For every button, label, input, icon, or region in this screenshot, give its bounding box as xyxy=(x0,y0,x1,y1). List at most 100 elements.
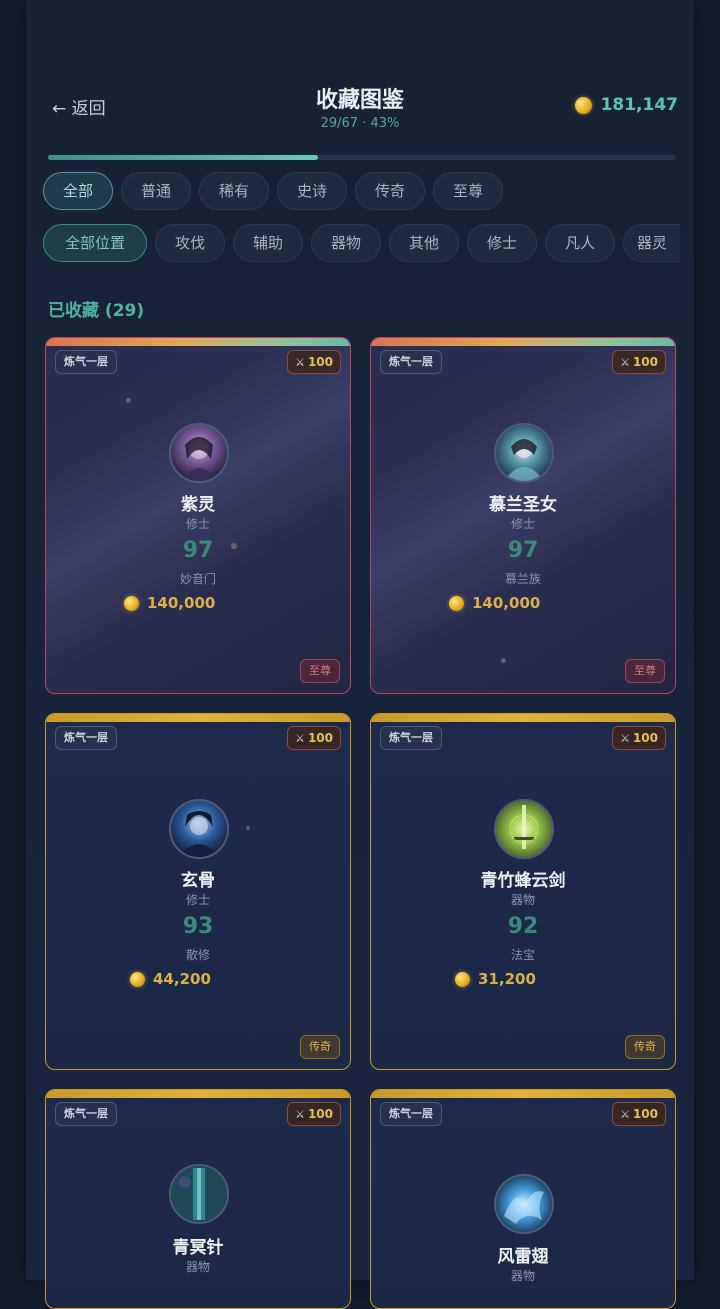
filter-position-all[interactable]: 全部位置 xyxy=(43,224,147,262)
collection-card[interactable]: 炼气一层 ⚔ 100 紫灵 修士 97 妙音门 140,000 至尊 xyxy=(45,337,351,694)
crossed-swords-icon: ⚔ xyxy=(620,1108,630,1121)
card-price-value: 44,200 xyxy=(153,970,211,988)
card-power-badge: ⚔ 100 xyxy=(612,350,666,374)
crossed-swords-icon: ⚔ xyxy=(620,356,630,369)
card-origin: 妙音门 xyxy=(179,572,216,586)
card-realm-badge: 炼气一层 xyxy=(55,726,117,750)
filter-position-other[interactable]: 其他 xyxy=(389,224,459,262)
card-avatar xyxy=(169,1164,229,1224)
card-realm-badge: 炼气一层 xyxy=(380,1102,442,1126)
card-power-badge: ⚔ 100 xyxy=(612,726,666,750)
card-price-value: 140,000 xyxy=(147,594,216,612)
card-power-badge: ⚔ 100 xyxy=(287,726,341,750)
card-role: 器物 xyxy=(185,1260,210,1274)
card-score: 97 xyxy=(182,538,214,563)
card-origin: 法宝 xyxy=(510,948,535,962)
filter-rarity-supreme[interactable]: 至尊 xyxy=(433,172,503,210)
sparkle-decoration xyxy=(501,658,506,663)
crossed-swords-icon: ⚔ xyxy=(620,732,630,745)
card-avatar xyxy=(494,799,554,859)
card-origin: 慕兰族 xyxy=(504,572,541,586)
card-top-accent xyxy=(46,338,350,346)
collection-card[interactable]: 炼气一层 ⚔ 100 慕兰圣女 修士 97 慕兰族 140,000 至尊 xyxy=(370,337,676,694)
card-realm-badge: 炼气一层 xyxy=(380,726,442,750)
filter-position-spirit[interactable]: 器灵 xyxy=(623,224,680,262)
collection-progress-fill xyxy=(48,155,319,160)
card-top-accent xyxy=(371,714,675,722)
card-avatar xyxy=(494,423,554,483)
coin-icon xyxy=(574,96,592,114)
card-score: 97 xyxy=(507,538,539,563)
card-name: 慕兰圣女 xyxy=(489,495,557,515)
card-rarity-badge: 至尊 xyxy=(300,659,340,683)
collection-card[interactable]: 炼气一层 ⚔ 100 玄骨 修士 93 散修 44,200 传奇 xyxy=(45,713,351,1070)
sparkle-decoration xyxy=(246,826,250,830)
card-avatar xyxy=(169,423,229,483)
filter-rarity-all[interactable]: 全部 xyxy=(43,172,113,210)
card-name: 青冥针 xyxy=(172,1238,224,1258)
card-top-accent xyxy=(371,338,675,346)
filter-rarity-common[interactable]: 普通 xyxy=(121,172,191,210)
card-price-value: 31,200 xyxy=(478,970,536,988)
coin-icon xyxy=(130,971,145,987)
coin-icon xyxy=(455,971,470,987)
card-price-value: 140,000 xyxy=(472,594,541,612)
card-power-value: 100 xyxy=(632,1107,658,1121)
card-role: 修士 xyxy=(185,517,210,531)
crossed-swords-icon: ⚔ xyxy=(295,1108,305,1121)
card-avatar xyxy=(494,1174,554,1234)
card-score: 92 xyxy=(507,914,539,939)
filter-position-support[interactable]: 辅助 xyxy=(233,224,303,262)
card-price: 31,200 xyxy=(455,970,536,988)
collection-card[interactable]: 炼气一层 ⚔ 100 青冥针 器物 xyxy=(45,1089,351,1309)
collection-card[interactable]: 炼气一层 ⚔ 100 青竹蜂云剑 器物 92 法宝 31,200 传奇 xyxy=(370,713,676,1070)
coin-balance: 181,147 xyxy=(574,95,678,115)
card-role: 器物 xyxy=(510,893,535,907)
card-rarity-badge: 传奇 xyxy=(625,1035,665,1059)
filter-rarity-rare[interactable]: 稀有 xyxy=(199,172,269,210)
filter-rarity-epic[interactable]: 史诗 xyxy=(277,172,347,210)
crossed-swords-icon: ⚔ xyxy=(295,356,305,369)
card-top-accent xyxy=(371,1090,675,1098)
card-top-accent xyxy=(46,714,350,722)
card-realm-badge: 炼气一层 xyxy=(55,350,117,374)
card-role: 器物 xyxy=(510,1269,535,1283)
filter-rarity-legendary[interactable]: 传奇 xyxy=(355,172,425,210)
filter-position-artifact[interactable]: 器物 xyxy=(311,224,381,262)
coin-icon xyxy=(449,595,464,611)
card-power-value: 100 xyxy=(307,731,333,745)
card-top-accent xyxy=(46,1090,350,1098)
card-origin: 散修 xyxy=(185,948,210,962)
portrait-icon xyxy=(181,437,217,481)
crossed-swords-icon: ⚔ xyxy=(295,732,305,745)
coin-icon xyxy=(124,595,139,611)
card-price: 140,000 xyxy=(449,594,540,612)
sword-icon xyxy=(509,805,539,849)
card-avatar xyxy=(169,799,229,859)
filter-position-cultivator[interactable]: 修士 xyxy=(467,224,537,262)
filter-position-mortal[interactable]: 凡人 xyxy=(545,224,615,262)
collection-card[interactable]: 炼气一层 ⚔ 100 风雷翅 器物 xyxy=(370,1089,676,1309)
wing-icon xyxy=(504,1191,544,1224)
card-power-badge: ⚔ 100 xyxy=(287,350,341,374)
card-price: 44,200 xyxy=(130,970,211,988)
card-realm-badge: 炼气一层 xyxy=(380,350,442,374)
card-power-value: 100 xyxy=(632,731,658,745)
filter-position-attack[interactable]: 攻伐 xyxy=(155,224,225,262)
card-score: 93 xyxy=(182,914,214,939)
sparkle-decoration xyxy=(126,398,131,403)
card-rarity-badge: 至尊 xyxy=(625,659,665,683)
card-name: 紫灵 xyxy=(181,495,215,515)
card-power-value: 100 xyxy=(307,1107,333,1121)
needle-icon xyxy=(171,1166,227,1222)
card-name: 玄骨 xyxy=(181,871,215,891)
card-power-badge: ⚔ 100 xyxy=(612,1102,666,1126)
collection-progress-bar xyxy=(48,155,676,160)
card-power-badge: ⚔ 100 xyxy=(287,1102,341,1126)
card-role: 修士 xyxy=(510,517,535,531)
card-role: 修士 xyxy=(185,893,210,907)
card-rarity-badge: 传奇 xyxy=(300,1035,340,1059)
portrait-icon xyxy=(179,811,219,857)
card-realm-badge: 炼气一层 xyxy=(55,1102,117,1126)
coin-amount: 181,147 xyxy=(600,95,678,115)
